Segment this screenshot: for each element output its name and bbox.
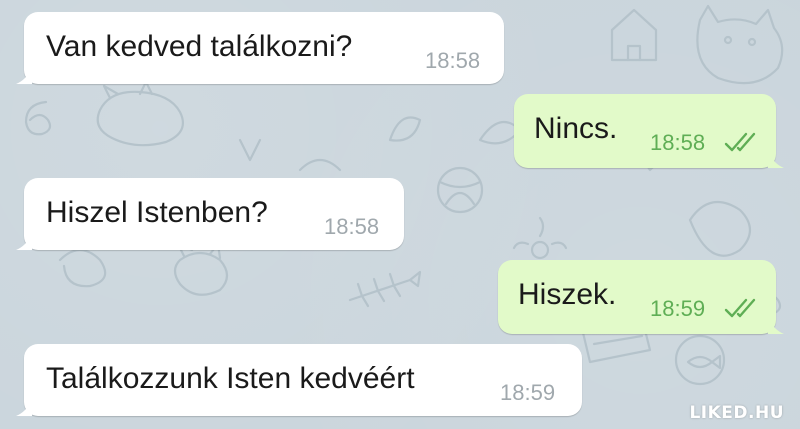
bubble-tail <box>16 234 32 250</box>
message-text: Találkozzunk Isten kedvéért <box>46 362 415 395</box>
bubble-tail <box>768 152 784 168</box>
message-timestamp: 18:58 <box>324 214 380 239</box>
message-text: Nincs. <box>534 112 618 145</box>
message-timestamp: 18:59 <box>500 380 556 405</box>
watermark-logo: LIKED.HU <box>689 403 784 423</box>
message-bubble-outgoing[interactable]: Nincs. 18:58 <box>514 94 784 168</box>
message-text: Hiszel Istenben? <box>46 196 268 229</box>
message-timestamp: 18:58 <box>650 130 706 155</box>
message-timestamp: 18:58 <box>425 48 481 73</box>
bubble-tail <box>16 68 32 84</box>
message-text: Hiszek. <box>518 278 617 311</box>
bubble-tail <box>16 400 32 416</box>
message-bubble-incoming[interactable]: Találkozzunk Isten kedvéért 18:59 <box>16 344 582 416</box>
double-check-icon <box>724 132 756 152</box>
message-bubble-incoming[interactable]: Hiszel Istenben? 18:58 <box>16 178 404 250</box>
bubble-tail <box>768 318 784 334</box>
double-check-icon <box>724 298 756 318</box>
message-timestamp: 18:59 <box>650 296 706 321</box>
message-bubble-incoming[interactable]: Van kedved találkozni? 18:58 <box>16 12 504 84</box>
message-bubble-outgoing[interactable]: Hiszek. 18:59 <box>498 260 784 334</box>
message-text: Van kedved találkozni? <box>46 30 353 63</box>
